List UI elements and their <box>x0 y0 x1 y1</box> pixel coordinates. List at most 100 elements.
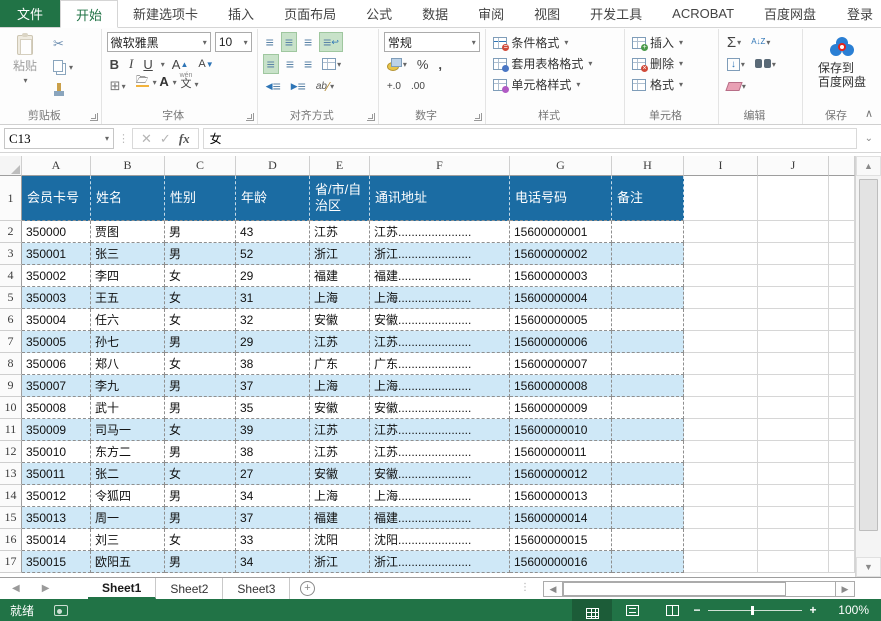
cell-I12[interactable] <box>684 441 758 463</box>
expand-formula-bar-icon[interactable]: ⌄ <box>861 133 877 144</box>
cell-F17[interactable]: 浙江...................... <box>370 551 510 573</box>
cell-E10[interactable]: 安徽 <box>310 397 370 419</box>
cell-partial[interactable] <box>829 463 855 485</box>
column-header-G[interactable]: G <box>510 156 612 176</box>
cell-F8[interactable]: 广东...................... <box>370 353 510 375</box>
ribbon-tab-6[interactable]: 数据 <box>407 0 463 27</box>
alignment-dialog-launcher-icon[interactable] <box>367 113 375 121</box>
column-header-partial[interactable] <box>829 156 855 176</box>
cell-F16[interactable]: 沈阳...................... <box>370 529 510 551</box>
cell-D13[interactable]: 27 <box>236 463 310 485</box>
cell-E13[interactable]: 安徽 <box>310 463 370 485</box>
name-box[interactable]: C13 ▾ <box>4 128 114 149</box>
cell-C9[interactable]: 男 <box>165 375 236 397</box>
zoom-slider-thumb[interactable] <box>751 606 754 615</box>
cell-E12[interactable]: 江苏 <box>310 441 370 463</box>
page-layout-view-button[interactable] <box>612 599 652 621</box>
cell-D6[interactable]: 32 <box>236 309 310 331</box>
font-dialog-launcher-icon[interactable] <box>246 113 254 121</box>
cell-partial[interactable] <box>829 221 855 243</box>
row-header-3[interactable]: 3 <box>0 243 22 265</box>
align-right-button[interactable]: ≡ <box>301 54 315 74</box>
cell-B5[interactable]: 王五 <box>91 287 165 309</box>
column-header-E[interactable]: E <box>310 156 370 176</box>
cell-I9[interactable] <box>684 375 758 397</box>
decrease-decimal-button[interactable]: .00 <box>408 76 428 96</box>
paste-button[interactable]: 粘贴 ▾ <box>5 32 45 100</box>
cell-H5[interactable] <box>612 287 684 309</box>
italic-button[interactable]: I <box>126 54 136 74</box>
cell-F3[interactable]: 浙江...................... <box>370 243 510 265</box>
cancel-button[interactable]: ✕ <box>141 131 152 147</box>
cell-partial[interactable] <box>829 309 855 331</box>
table-header-cell[interactable]: 备注 <box>612 176 684 221</box>
zoom-level[interactable]: 100% <box>838 603 869 617</box>
shrink-font-button[interactable]: A▼ <box>195 54 216 74</box>
cell-B3[interactable]: 张三 <box>91 243 165 265</box>
cell-C12[interactable]: 男 <box>165 441 236 463</box>
row-header-8[interactable]: 8 <box>0 353 22 375</box>
cell-F15[interactable]: 福建...................... <box>370 507 510 529</box>
cell-J7[interactable] <box>758 331 829 353</box>
cell-J13[interactable] <box>758 463 829 485</box>
cell-G2[interactable]: 15600000001 <box>510 221 612 243</box>
cell-H6[interactable] <box>612 309 684 331</box>
cell-C7[interactable]: 男 <box>165 331 236 353</box>
cell-G12[interactable]: 15600000011 <box>510 441 612 463</box>
cell-C8[interactable]: 女 <box>165 353 236 375</box>
cell-B2[interactable]: 贾图 <box>91 221 165 243</box>
cell-D7[interactable]: 29 <box>236 331 310 353</box>
cell-A11[interactable]: 350009 <box>22 419 91 441</box>
cell-C4[interactable]: 女 <box>165 265 236 287</box>
cell-C13[interactable]: 女 <box>165 463 236 485</box>
cell-C5[interactable]: 女 <box>165 287 236 309</box>
cell-F13[interactable]: 安徽...................... <box>370 463 510 485</box>
cell-D9[interactable]: 37 <box>236 375 310 397</box>
cell-partial[interactable] <box>829 419 855 441</box>
cell-H17[interactable] <box>612 551 684 573</box>
cell-A9[interactable]: 350007 <box>22 375 91 397</box>
vertical-scrollbar-thumb[interactable] <box>859 179 878 531</box>
cell-A16[interactable]: 350014 <box>22 529 91 551</box>
format-as-table-button[interactable]: 套用表格格式▾ <box>491 53 619 74</box>
cell-B8[interactable]: 郑八 <box>91 353 165 375</box>
cell-A14[interactable]: 350012 <box>22 485 91 507</box>
cell-G4[interactable]: 15600000003 <box>510 265 612 287</box>
cell-J15[interactable] <box>758 507 829 529</box>
column-header-C[interactable]: C <box>165 156 236 176</box>
table-header-cell[interactable]: 会员卡号 <box>22 176 91 221</box>
font-color-button[interactable]: A▾ <box>156 76 173 96</box>
cell-F10[interactable]: 安徽...................... <box>370 397 510 419</box>
cell-B6[interactable]: 任六 <box>91 309 165 331</box>
column-header-A[interactable]: A <box>22 156 91 176</box>
column-header-B[interactable]: B <box>91 156 165 176</box>
cell-J14[interactable] <box>758 485 829 507</box>
copy-button[interactable]: ▾ <box>51 57 75 77</box>
row-header-9[interactable]: 9 <box>0 375 22 397</box>
cell-E9[interactable]: 上海 <box>310 375 370 397</box>
merge-center-button[interactable]: ▾ <box>319 54 344 74</box>
cell-J10[interactable] <box>758 397 829 419</box>
cell-I6[interactable] <box>684 309 758 331</box>
cell-E11[interactable]: 江苏 <box>310 419 370 441</box>
ribbon-tab-2[interactable]: 新建选项卡 <box>118 0 213 27</box>
cell-A4[interactable]: 350002 <box>22 265 91 287</box>
cell-J17[interactable] <box>758 551 829 573</box>
cell-I11[interactable] <box>684 419 758 441</box>
row-header-6[interactable]: 6 <box>0 309 22 331</box>
fill-color-button[interactable]: 🗁▾ <box>133 76 152 96</box>
row-header-1[interactable]: 1 <box>0 176 22 221</box>
cell-C17[interactable]: 男 <box>165 551 236 573</box>
cell-G9[interactable]: 15600000008 <box>510 375 612 397</box>
column-header-I[interactable]: I <box>684 156 758 176</box>
collapse-ribbon-button[interactable]: ∧ <box>865 107 873 120</box>
text-orientation-button[interactable]: ab∕▾ <box>313 76 337 96</box>
cell-partial[interactable] <box>829 176 855 221</box>
cell-A6[interactable]: 350004 <box>22 309 91 331</box>
tab-file[interactable]: 文件 <box>0 0 60 27</box>
align-middle-button[interactable]: ≡ <box>281 32 297 52</box>
cell-partial[interactable] <box>829 551 855 573</box>
cell-I4[interactable] <box>684 265 758 287</box>
cell-H3[interactable] <box>612 243 684 265</box>
conditional-formatting-button[interactable]: = 条件格式▾ <box>491 32 619 53</box>
